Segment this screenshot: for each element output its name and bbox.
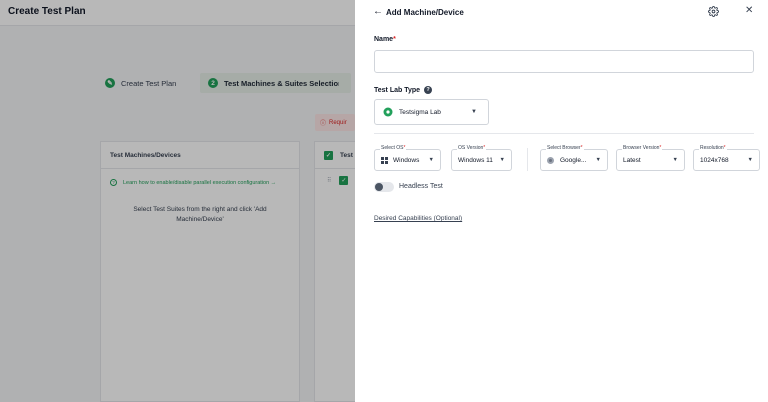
- toggle-knob: [375, 183, 383, 191]
- headless-label: Headless Test: [399, 183, 443, 190]
- headless-toggle[interactable]: [374, 182, 394, 192]
- gear-icon[interactable]: [708, 6, 719, 17]
- select-os-dropdown[interactable]: Select OS* Windows ▼: [374, 145, 441, 171]
- os-version-dropdown[interactable]: OS Version* Windows 11 ▼: [451, 145, 512, 171]
- test-lab-value: Testsigma Lab: [399, 108, 441, 116]
- select-browser-dropdown[interactable]: Select Browser* Google... ▼: [540, 145, 608, 171]
- chevron-down-icon: ▼: [595, 157, 601, 163]
- windows-icon: [381, 157, 388, 164]
- field-divider: [527, 148, 528, 171]
- resolution-label: Resolution*: [699, 145, 727, 151]
- help-icon[interactable]: ?: [424, 86, 433, 94]
- browser-version-dropdown[interactable]: Browser Version* Latest ▼: [616, 145, 685, 171]
- chevron-down-icon: ▼: [428, 157, 434, 163]
- section-divider: [374, 133, 754, 134]
- chevron-down-icon: ▼: [499, 157, 505, 163]
- drawer-title: Add Machine/Device: [386, 8, 464, 17]
- os-version-value: Windows 11: [458, 157, 493, 164]
- close-icon[interactable]: ✕: [745, 5, 753, 16]
- browser-version-value: Latest: [623, 157, 641, 164]
- test-lab-label-text: Test Lab Type: [374, 86, 421, 94]
- chrome-icon: [547, 157, 554, 164]
- test-lab-select[interactable]: Testsigma Lab ▼: [374, 99, 489, 125]
- chevron-down-icon: ▼: [471, 109, 477, 115]
- testsigma-logo-icon: [383, 107, 393, 117]
- name-input[interactable]: [374, 50, 754, 73]
- select-browser-label: Select Browser*: [546, 145, 584, 151]
- add-machine-drawer: ← Add Machine/Device ✕ Name* Test Lab Ty…: [355, 0, 768, 402]
- browser-version-label: Browser Version*: [622, 145, 663, 151]
- chevron-down-icon: ▼: [747, 157, 753, 163]
- resolution-dropdown[interactable]: Resolution* 1024x768 ▼: [693, 145, 760, 171]
- back-arrow-icon[interactable]: ←: [373, 6, 383, 17]
- select-os-label: Select OS*: [380, 145, 407, 151]
- drawer-header: ← Add Machine/Device ✕: [355, 0, 768, 26]
- test-lab-label: Test Lab Type ?: [374, 86, 433, 94]
- select-browser-value: Google...: [547, 157, 586, 164]
- chevron-down-icon: ▼: [672, 157, 678, 163]
- required-asterisk: *: [393, 36, 396, 43]
- select-os-value: Windows: [381, 157, 419, 164]
- name-label-text: Name: [374, 36, 394, 43]
- name-label: Name*: [374, 36, 396, 43]
- resolution-value: 1024x768: [700, 157, 729, 164]
- os-version-label: OS Version*: [457, 145, 487, 151]
- desired-capabilities-link[interactable]: Desired Capabilities (Optional): [374, 215, 462, 222]
